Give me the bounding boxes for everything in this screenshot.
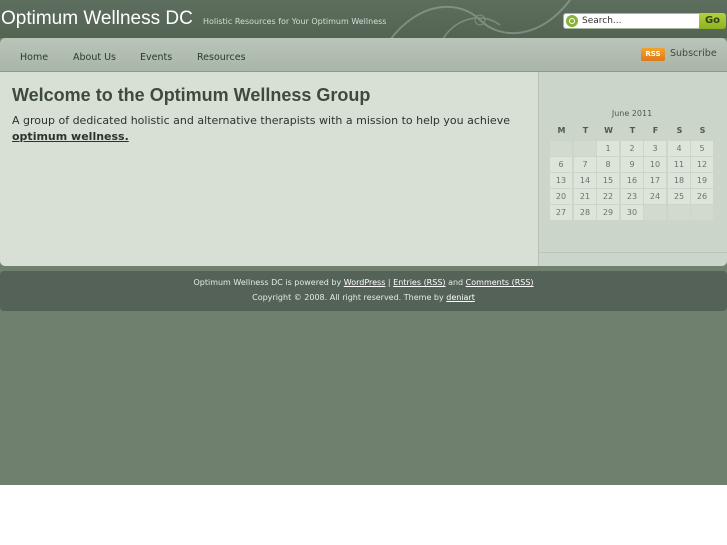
comments-rss-link[interactable]: Comments (RSS)	[466, 278, 534, 287]
footer-and-text: and	[445, 278, 466, 287]
page-title: Welcome to the Optimum Wellness Group	[12, 85, 371, 105]
calendar-day: 8	[597, 157, 619, 172]
calendar-day: 6	[550, 157, 572, 172]
calendar-empty-cell	[691, 205, 713, 220]
intro-paragraph: A group of dedicated holistic and altern…	[12, 113, 524, 145]
optimum-wellness-link[interactable]: optimum wellness.	[12, 130, 129, 143]
calendar-day: 29	[597, 205, 619, 220]
nav-item-home[interactable]: Home	[20, 52, 48, 63]
calendar-day: 17	[644, 173, 666, 188]
calendar-day: 1	[597, 141, 619, 156]
wordpress-link[interactable]: WordPress	[344, 278, 386, 287]
calendar-weekday: T	[629, 126, 636, 135]
calendar-day: 4	[668, 141, 690, 156]
sidebar-divider	[539, 252, 727, 253]
calendar-day: 20	[550, 189, 572, 204]
footer-separator: |	[385, 278, 394, 287]
nav-item-resources[interactable]: Resources	[197, 52, 246, 63]
calendar-day: 15	[597, 173, 619, 188]
calendar-day: 19	[691, 173, 713, 188]
site-title[interactable]: Optimum Wellness DC	[1, 8, 193, 30]
footer-powered-text: Optimum Wellness DC is powered by	[193, 278, 344, 287]
calendar-empty-cell	[574, 141, 596, 156]
calendar-day: 22	[597, 189, 619, 204]
calendar-caption: June 2011	[611, 109, 653, 118]
calendar-weekday: M	[557, 126, 566, 135]
site-footer	[0, 271, 727, 311]
calendar-day: 24	[644, 189, 666, 204]
calendar-day: 27	[550, 205, 572, 220]
theme-author-link[interactable]: deniart	[446, 293, 475, 302]
calendar-day: 10	[644, 157, 666, 172]
calendar-day: 25	[668, 189, 690, 204]
calendar-day: 23	[621, 189, 643, 204]
calendar-day: 28	[574, 205, 596, 220]
calendar-day: 30	[621, 205, 643, 220]
calendar-weekday: S	[676, 126, 683, 135]
calendar-day: 5	[691, 141, 713, 156]
calendar-day: 13	[550, 173, 572, 188]
search-icon	[566, 15, 578, 27]
nav-item-events[interactable]: Events	[140, 52, 172, 63]
search-box[interactable]	[563, 13, 700, 29]
subscribe-link[interactable]: Subscribe	[670, 48, 717, 59]
calendar-day: 14	[574, 173, 596, 188]
calendar-empty-cell	[644, 205, 666, 220]
search-input[interactable]	[582, 16, 692, 26]
footer-copyright: Copyright © 2008. All right reserved. Th…	[0, 293, 727, 302]
calendar-empty-cell	[668, 205, 690, 220]
nav-item-about-us[interactable]: About Us	[73, 52, 116, 63]
calendar-weekday: F	[652, 126, 659, 135]
calendar-day: 26	[691, 189, 713, 204]
intro-text: A group of dedicated holistic and altern…	[12, 114, 510, 127]
rss-icon[interactable]: RSS	[641, 48, 665, 61]
footer-credits: Optimum Wellness DC is powered by WordPr…	[0, 278, 727, 287]
calendar-day: 2	[621, 141, 643, 156]
calendar-day: 11	[668, 157, 690, 172]
calendar-day: 18	[668, 173, 690, 188]
calendar-day: 16	[621, 173, 643, 188]
site-description: Holistic Resources for Your Optimum Well…	[203, 17, 387, 26]
search-go-button[interactable]: Go	[699, 13, 726, 29]
calendar-empty-cell	[550, 141, 572, 156]
calendar-weekday: W	[604, 126, 613, 135]
footer-copyright-text: Copyright © 2008. All right reserved. Th…	[252, 293, 447, 302]
calendar-day: 9	[621, 157, 643, 172]
calendar-weekday: T	[582, 126, 589, 135]
calendar-day: 21	[574, 189, 596, 204]
calendar-day: 12	[691, 157, 713, 172]
calendar-day: 7	[574, 157, 596, 172]
calendar-weekday: S	[699, 126, 706, 135]
calendar-day: 3	[644, 141, 666, 156]
entries-rss-link[interactable]: Entries (RSS)	[393, 278, 445, 287]
